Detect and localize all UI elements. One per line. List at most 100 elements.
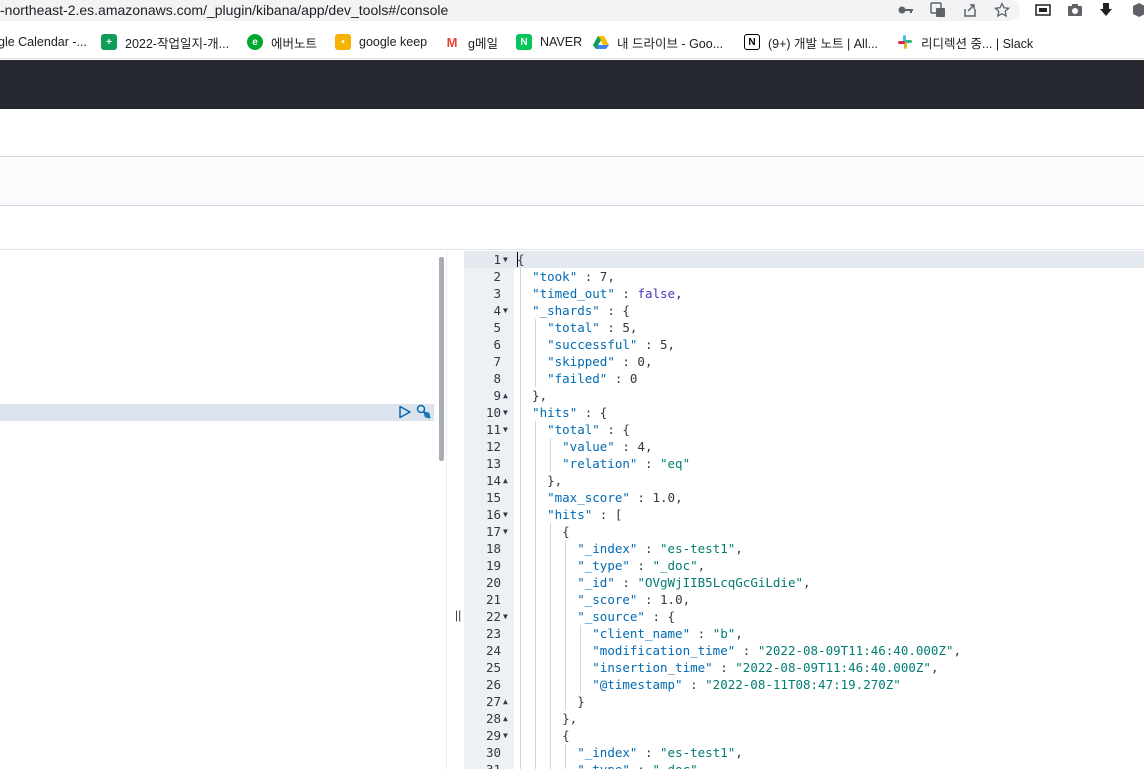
fold-close-icon[interactable]: ▲ (503, 710, 511, 727)
code-line[interactable]: 26 "@timestamp" : "2022-08-11T08:47:19.2… (464, 676, 1144, 693)
code-token: "hits" (532, 405, 578, 420)
code-line[interactable]: 21 "_score" : 1.0, (464, 591, 1144, 608)
fold-open-icon[interactable]: ▼ (503, 421, 511, 438)
bookmark-label: NAVER (540, 35, 583, 49)
fold-open-icon[interactable]: ▼ (503, 251, 511, 268)
code-text: "skipped" : 0, (517, 353, 652, 370)
line-number: 12 (485, 439, 501, 454)
media-icon[interactable] (1034, 1, 1052, 19)
code-line[interactable]: 29 ▼ { (464, 727, 1144, 744)
code-token: : (607, 371, 630, 386)
omnibox[interactable]: -northeast-2.es.amazonaws.com/_plugin/ki… (0, 0, 1020, 21)
line-number: 13 (485, 456, 501, 471)
code-line[interactable]: 3 "timed_out" : false, (464, 285, 1144, 302)
code-line[interactable]: 14 ▲ }, (464, 472, 1144, 489)
bookmark-notion[interactable]: N (9+) 개발 노트 | All... (744, 33, 878, 51)
fold-open-icon[interactable]: ▼ (503, 302, 511, 319)
bookmark-slack[interactable]: 리디렉션 중... | Slack (897, 33, 1033, 51)
editor-scrollbar[interactable] (439, 257, 444, 461)
code-line[interactable]: 17 ▼ { (464, 523, 1144, 540)
code-token: "_index" (577, 541, 638, 556)
code-line[interactable]: 15 "max_score" : 1.0, (464, 489, 1144, 506)
code-line[interactable]: 23 "client_name" : "b", (464, 625, 1144, 642)
line-number: 31 (464, 761, 501, 769)
code-line[interactable]: 28 ▲ }, (464, 710, 1144, 727)
download-icon[interactable] (1097, 1, 1115, 19)
request-editor[interactable] (0, 251, 446, 769)
bookmark-calendar[interactable]: gle Calendar -... (0, 33, 87, 51)
bookmark-keep[interactable]: • google keep (335, 33, 427, 51)
fold-close-icon[interactable]: ▲ (503, 472, 511, 489)
code-token: "@timestamp" (592, 677, 683, 692)
line-number: 16 (485, 507, 501, 522)
code-line[interactable]: 7 "skipped" : 0, (464, 353, 1144, 370)
bookmark-drive[interactable]: 내 드라이브 - Goo... (593, 33, 723, 51)
code-token: "total" (547, 422, 600, 437)
code-text: }, (517, 472, 562, 489)
bookmark-naver[interactable]: N NAVER (516, 33, 582, 51)
bookmark-label: 내 드라이브 - Goo... (617, 36, 724, 51)
code-line[interactable]: 9 ▲ }, (464, 387, 1144, 404)
code-line[interactable]: 19 "_type" : "_doc", (464, 557, 1144, 574)
response-editor[interactable]: 1 ▼{2 "took" : 7, 3 "timed_out" : false, 4 ▼… (464, 251, 1144, 769)
code-line[interactable]: 6 "successful" : 5, (464, 336, 1144, 353)
code-line[interactable]: 5 "total" : 5, (464, 319, 1144, 336)
bookmark-gmail[interactable]: M g메일 (444, 33, 498, 51)
code-text: "max_score" : 1.0, (517, 489, 682, 506)
code-token: , (607, 269, 615, 284)
code-line[interactable]: 27 ▲ } (464, 693, 1144, 710)
bookmark-evernote[interactable]: e 에버노트 (247, 33, 317, 51)
fold-open-icon[interactable]: ▼ (503, 727, 511, 744)
fold-open-icon[interactable]: ▼ (503, 506, 511, 523)
code-line[interactable]: 24 "modification_time" : "2022-08-09T11:… (464, 642, 1144, 659)
share-icon[interactable] (961, 1, 979, 19)
code-line[interactable]: 30 "_index" : "es-test1", (464, 744, 1144, 761)
code-text: "_score" : 1.0, (517, 591, 690, 608)
line-number: 1 (493, 252, 501, 267)
code-line[interactable]: 31 "_type" : "_doc", (464, 761, 1144, 769)
code-line[interactable]: 1 ▼ { (464, 251, 1144, 268)
code-token: "value" (562, 439, 615, 454)
drag-handle-icon[interactable]: || (455, 608, 461, 622)
fold-open-icon[interactable]: ▼ (503, 608, 511, 625)
fold-open-icon[interactable]: ▼ (503, 404, 511, 421)
code-token: false (637, 286, 676, 301)
code-line[interactable]: 4 ▼ "_shards" : { (464, 302, 1144, 319)
active-request-line[interactable] (0, 404, 434, 421)
code-token: "_type" (577, 762, 630, 769)
code-line[interactable]: 8 "failed" : 0 (464, 370, 1144, 387)
code-line[interactable]: 22 ▼ "_source" : { (464, 608, 1144, 625)
code-line[interactable]: 20 "_id" : "OVgWjIIB5LcqGcGiLdie", (464, 574, 1144, 591)
url-text[interactable]: -northeast-2.es.amazonaws.com/_plugin/ki… (0, 2, 448, 18)
wrench-icon[interactable] (416, 404, 432, 420)
line-number: 29 (485, 728, 501, 743)
code-token: : (614, 439, 638, 454)
camera-icon[interactable] (1066, 1, 1084, 19)
code-line[interactable]: 16 ▼ "hits" : [ (464, 506, 1144, 523)
code-token: : { (599, 422, 630, 437)
code-line[interactable]: 11 ▼ "total" : { (464, 421, 1144, 438)
code-line[interactable]: 2 "took" : 7, (464, 268, 1144, 285)
code-line[interactable]: 25 "insertion_time" : "2022-08-09T11:46:… (464, 659, 1144, 676)
star-icon[interactable] (993, 1, 1011, 19)
translate-icon[interactable] (929, 1, 947, 19)
bookmark-worklog[interactable]: + 2022-작업일지-개... (101, 33, 229, 51)
code-line[interactable]: 10 ▼ "hits" : { (464, 404, 1144, 421)
play-icon[interactable] (398, 405, 412, 419)
extension-icon[interactable] (1130, 1, 1144, 19)
evernote-icon: e (247, 34, 263, 50)
code-line[interactable]: 13 "relation" : "eq" (464, 455, 1144, 472)
code-line[interactable]: 18 "_index" : "es-test1", (464, 540, 1144, 557)
fold-close-icon[interactable]: ▲ (503, 387, 511, 404)
key-icon[interactable] (897, 1, 915, 19)
code-text: "_type" : "_doc", (517, 557, 705, 574)
code-line[interactable]: 12 "value" : 4, (464, 438, 1144, 455)
pane-resizer[interactable]: || (446, 251, 464, 769)
fold-close-icon[interactable]: ▲ (503, 693, 511, 710)
fold-open-icon[interactable]: ▼ (503, 523, 511, 540)
